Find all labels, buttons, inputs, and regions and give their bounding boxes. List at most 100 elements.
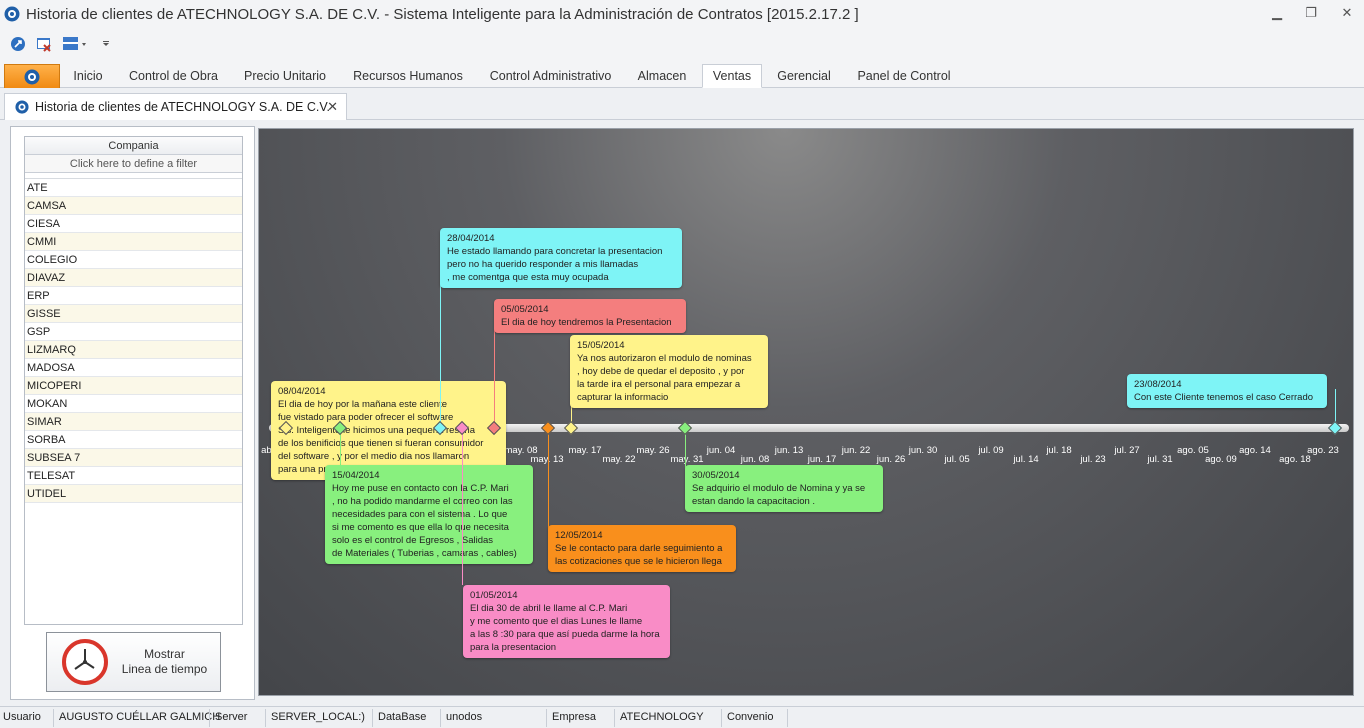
event-date: 15/04/2014 bbox=[332, 470, 380, 481]
quick-action-button[interactable] bbox=[8, 34, 28, 54]
chevron-down-icon bbox=[103, 41, 109, 46]
tab-ventas[interactable]: Ventas bbox=[702, 64, 762, 88]
timeline-event-note[interactable]: 28/04/2014 He estado llamando para concre… bbox=[440, 228, 682, 288]
company-grid: Compania Click here to define a filter A… bbox=[24, 136, 243, 625]
event-date: 15/05/2014 bbox=[577, 340, 625, 351]
table-row[interactable]: ATE bbox=[25, 179, 242, 197]
timeline-tick-label: ago. 23 bbox=[1307, 445, 1339, 456]
layout-icon bbox=[63, 37, 86, 50]
status-convenio-label: Convenio bbox=[727, 711, 774, 723]
timeline-connector bbox=[462, 429, 463, 585]
table-row[interactable]: LIZMARQ bbox=[25, 341, 242, 359]
tab-almacen[interactable]: Almacen bbox=[627, 64, 697, 88]
table-row[interactable]: DIAVAZ bbox=[25, 269, 242, 287]
timeline-tick-label: ago. 09 bbox=[1205, 454, 1237, 465]
ribbon-tab-bar: Inicio Control de Obra Precio Unitario R… bbox=[0, 60, 1364, 88]
timeline-tick-label: ago. 05 bbox=[1177, 445, 1209, 456]
tab-control-de-obra[interactable]: Control de Obra bbox=[119, 64, 228, 88]
timeline-tick-label: jun. 17 bbox=[807, 454, 837, 465]
timeline-event-note[interactable]: 15/05/2014 Ya nos autorizaron el modulo d… bbox=[570, 335, 768, 408]
event-text: Se adquirio el modulo de Nomina y ya se … bbox=[692, 483, 866, 507]
timeline-connector bbox=[1335, 389, 1336, 424]
grid-filter-row[interactable]: Click here to define a filter bbox=[25, 155, 242, 173]
status-server-label: Server bbox=[215, 711, 248, 723]
table-row[interactable]: SIMAR bbox=[25, 413, 242, 431]
event-date: 01/05/2014 bbox=[470, 590, 518, 601]
timeline-tick-label: jul. 31 bbox=[1147, 454, 1173, 465]
timeline-tick-label: jun. 13 bbox=[774, 445, 804, 456]
table-row[interactable]: SUBSEA 7 bbox=[25, 449, 242, 467]
status-usuario-label: Usuario bbox=[3, 711, 41, 723]
timeline-event-note[interactable]: 01/05/2014 El dia 30 de abril le llame al… bbox=[463, 585, 670, 658]
table-row[interactable]: MOKAN bbox=[25, 395, 242, 413]
close-window-button[interactable]: ✕ bbox=[1332, 2, 1362, 24]
tab-control-administrativo[interactable]: Control Administrativo bbox=[480, 64, 621, 88]
event-text: He estado llamando para concretar la pre… bbox=[447, 246, 663, 283]
show-timeline-label: Mostrar Linea de tiempo bbox=[121, 647, 208, 676]
timeline-event-note[interactable]: 15/04/2014 Hoy me puse en contacto con la… bbox=[325, 465, 533, 564]
timeline-tick-label: jun. 30 bbox=[908, 445, 938, 456]
status-server-value: SERVER_LOCAL:) bbox=[271, 711, 365, 723]
event-date: 30/05/2014 bbox=[692, 470, 740, 481]
event-text: Con este Cliente tenemos el caso Cerrado bbox=[1134, 392, 1314, 403]
minimize-button[interactable]: ▁ bbox=[1262, 2, 1292, 24]
show-timeline-button[interactable]: Mostrar Linea de tiempo bbox=[46, 632, 221, 692]
timeline-event-note[interactable]: 12/05/2014 Se le contacto para darle segu… bbox=[548, 525, 736, 572]
event-date: 23/08/2014 bbox=[1134, 379, 1182, 390]
event-date: 28/04/2014 bbox=[447, 233, 495, 244]
rocket-icon bbox=[11, 37, 25, 51]
timeline-event-note[interactable]: 05/05/2014 El dia de hoy tendremos la Pre… bbox=[494, 299, 686, 333]
timeline-tick-label: jul. 09 bbox=[978, 445, 1004, 456]
timeline-tick-label: ago. 18 bbox=[1279, 454, 1311, 465]
table-row[interactable]: TELESAT bbox=[25, 467, 242, 485]
event-date: 05/05/2014 bbox=[501, 304, 549, 315]
event-text: Ya nos autorizaron el modulo de nominas … bbox=[577, 353, 752, 403]
close-tab-icon[interactable]: ✕ bbox=[327, 99, 338, 115]
event-text: El dia 30 de abril le llame al C.P. Mari… bbox=[470, 603, 660, 653]
tab-panel-de-control[interactable]: Panel de Control bbox=[847, 64, 961, 88]
table-row[interactable]: CMMI bbox=[25, 233, 242, 251]
timeline-tick-label: jul. 27 bbox=[1114, 445, 1140, 456]
table-row[interactable]: SORBA bbox=[25, 431, 242, 449]
event-date: 12/05/2014 bbox=[555, 530, 603, 541]
tab-recursos-humanos[interactable]: Recursos Humanos bbox=[342, 64, 474, 88]
table-row[interactable]: MADOSA bbox=[25, 359, 242, 377]
table-row[interactable]: ERP bbox=[25, 287, 242, 305]
tab-inicio[interactable]: Inicio bbox=[63, 64, 113, 88]
close-document-button[interactable] bbox=[34, 34, 54, 54]
event-text: El dia de hoy tendremos la Presentacion bbox=[501, 317, 672, 328]
application-menu-button[interactable] bbox=[4, 64, 60, 88]
timeline-tick-label: jun. 04 bbox=[706, 445, 736, 456]
timeline-event-note[interactable]: 30/05/2014 Se adquirio el modulo de Nomin… bbox=[685, 465, 883, 512]
event-text: Hoy me puse en contacto con la C.P. Mari… bbox=[332, 483, 517, 559]
table-row[interactable]: CIESA bbox=[25, 215, 242, 233]
timeline-tick-label: jun. 22 bbox=[841, 445, 871, 456]
timeline-tick-label: may. 26 bbox=[636, 445, 670, 456]
table-row[interactable]: GISSE bbox=[25, 305, 242, 323]
tab-precio-unitario[interactable]: Precio Unitario bbox=[234, 64, 336, 88]
tab-gerencial[interactable]: Gerencial bbox=[768, 64, 840, 88]
table-row[interactable]: COLEGIO bbox=[25, 251, 242, 269]
layout-dropdown-button[interactable] bbox=[60, 34, 90, 54]
customize-toolbar-button[interactable] bbox=[96, 34, 116, 54]
document-tab-historia-clientes[interactable]: Historia de clientes de ATECHNOLOGY S.A.… bbox=[4, 93, 347, 120]
timeline-event-note[interactable]: 23/08/2014 Con este Cliente tenemos el ca… bbox=[1127, 374, 1327, 408]
timeline-tick-label: may. 31 bbox=[670, 454, 704, 465]
app-logo-icon bbox=[4, 6, 20, 22]
table-row[interactable]: CAMSA bbox=[25, 197, 242, 215]
clock-icon bbox=[62, 639, 108, 685]
table-row[interactable]: MICOPERI bbox=[25, 377, 242, 395]
timeline-tick-label: jun. 26 bbox=[876, 454, 906, 465]
timeline-tick-label: jul. 18 bbox=[1046, 445, 1072, 456]
timeline-tick-label: ago. 14 bbox=[1239, 445, 1271, 456]
timeline-panel: abr. may. 08 may. 13 may. 17 may. 22 may. 26 m… bbox=[258, 128, 1354, 696]
restore-button[interactable]: ❐ bbox=[1296, 2, 1326, 24]
event-date: 08/04/2014 bbox=[278, 386, 326, 397]
table-row[interactable]: GSP bbox=[25, 323, 242, 341]
company-panel: Compania Click here to define a filter A… bbox=[10, 126, 255, 700]
table-row[interactable]: UTIDEL bbox=[25, 485, 242, 503]
timeline-tick-label: jul. 23 bbox=[1080, 454, 1106, 465]
grid-column-header-compania[interactable]: Compania bbox=[25, 137, 242, 155]
quick-access-toolbar bbox=[0, 28, 1364, 60]
status-empresa-value: ATECHNOLOGY bbox=[620, 711, 704, 723]
